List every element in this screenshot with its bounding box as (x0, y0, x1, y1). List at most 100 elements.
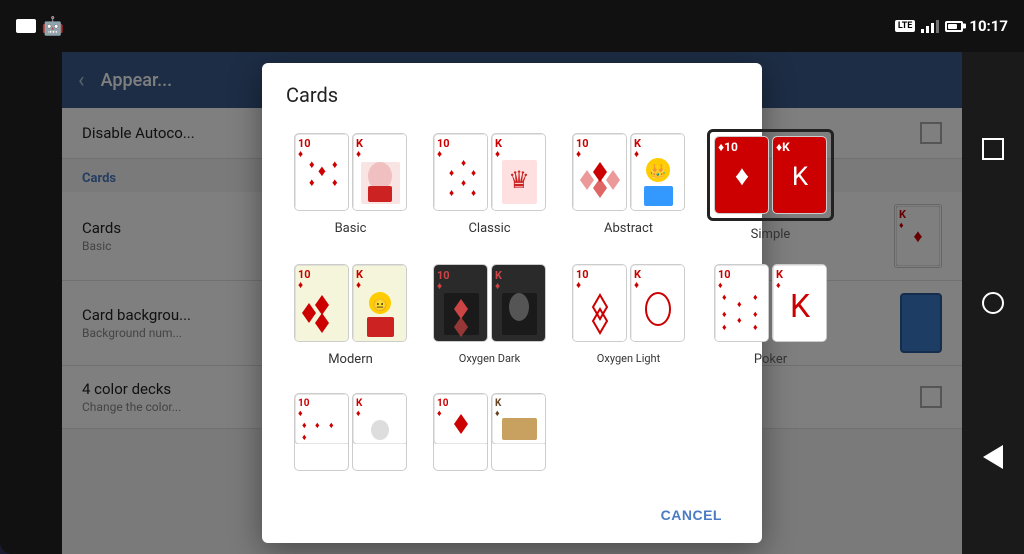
oxygen-light-card-pair: 10 ♦ K ♦ (568, 260, 689, 346)
svg-text:♦: ♦ (718, 281, 723, 291)
abstract-card-pair: 10 ♦ K (568, 129, 689, 215)
svg-text:♦: ♦ (437, 409, 442, 419)
svg-text:♦: ♦ (722, 323, 727, 333)
svg-text:♦: ♦ (356, 149, 361, 160)
card-option-poker[interactable]: 10 ♦ ♦ ♦ ♦ ♦ ♦ ♦ ♦ ♦ (703, 256, 838, 371)
modal-overlay: Cards 10 ♦ ♦ ♦ (62, 52, 962, 554)
classic-card-10d: 10 ♦ ♦ ♦ ♦ ♦ ♦ ♦ (433, 133, 488, 211)
svg-text:♦: ♦ (776, 281, 781, 291)
svg-text:♦: ♦ (302, 433, 307, 443)
row3-card-2a: 10 ♦ (433, 393, 488, 471)
card-option-classic[interactable]: 10 ♦ ♦ ♦ ♦ ♦ ♦ ♦ (425, 125, 554, 246)
nav-back-button[interactable] (973, 437, 1013, 477)
card-option-modern[interactable]: 10 ♦ K ♦ (286, 256, 415, 371)
row3-card-pair-2: 10 ♦ K ♦ (429, 389, 550, 475)
svg-text:♦: ♦ (722, 293, 727, 303)
card-option-row3-2[interactable]: 10 ♦ K ♦ (425, 385, 554, 479)
card-option-row3-1[interactable]: 10 ♦ ♦ ♦ ♦ ♦ K (286, 385, 415, 479)
back-triangle-icon (983, 445, 1003, 469)
svg-text:♦: ♦ (302, 421, 307, 431)
row3-card-2b: K ♦ (491, 393, 546, 471)
abstract-card-10d: 10 ♦ (572, 133, 627, 211)
poker-card-pair: 10 ♦ ♦ ♦ ♦ ♦ ♦ ♦ ♦ ♦ (710, 260, 831, 346)
svg-text:K: K (495, 398, 502, 409)
svg-text:♦: ♦ (315, 421, 320, 431)
oxygen-dark-card-10d: 10 ♦ (433, 264, 488, 342)
status-bar: 🤖 LTE 10:17 (0, 0, 1024, 52)
svg-text:♛: ♛ (508, 166, 530, 194)
card-option-simple[interactable]: ♦10 ♦ ♦K K Simple (703, 125, 838, 246)
simple-label: Simple (751, 227, 791, 242)
svg-text:10: 10 (718, 268, 731, 281)
svg-text:♦: ♦ (309, 158, 315, 171)
svg-text:K: K (790, 287, 811, 325)
svg-text:♦10: ♦10 (718, 140, 738, 154)
oxygen-light-label: Oxygen Light (597, 352, 660, 365)
svg-text:♦: ♦ (318, 161, 326, 180)
card-option-basic[interactable]: 10 ♦ ♦ ♦ ♦ ♦ ♦ (286, 125, 415, 246)
square-icon (982, 138, 1004, 160)
cancel-button[interactable]: CANCEL (645, 497, 738, 533)
modern-card-king: K ♦ 😐 (352, 264, 407, 342)
modal-dialog: Cards 10 ♦ ♦ ♦ (262, 63, 762, 543)
lte-badge: LTE (895, 20, 916, 32)
svg-text:♦: ♦ (495, 281, 500, 292)
classic-card-king: K ♦ ♛ (491, 133, 546, 211)
svg-text:♦: ♦ (437, 281, 442, 292)
svg-text:♦: ♦ (298, 409, 303, 419)
simple-card-king: ♦K K (772, 136, 827, 214)
card-option-oxygen-dark[interactable]: 10 ♦ K ♦ (425, 256, 554, 371)
row3-card-1a: 10 ♦ ♦ ♦ ♦ ♦ (294, 393, 349, 471)
oxygen-dark-label: Oxygen Dark (459, 352, 520, 365)
nav-square-button[interactable] (973, 129, 1013, 169)
svg-text:♦: ♦ (471, 168, 476, 179)
svg-text:♦: ♦ (461, 158, 466, 169)
basic-card-pair: 10 ♦ ♦ ♦ ♦ ♦ ♦ (290, 129, 411, 215)
notification-icon-2: 🤖 (44, 17, 62, 35)
svg-text:♦: ♦ (449, 168, 454, 179)
svg-text:♦: ♦ (329, 421, 334, 431)
svg-text:♦: ♦ (753, 310, 758, 320)
svg-text:♦: ♦ (309, 176, 315, 189)
basic-label: Basic (335, 221, 367, 236)
svg-text:♦: ♦ (737, 300, 742, 310)
battery-icon (945, 21, 963, 32)
card-options-row3: 10 ♦ ♦ ♦ ♦ ♦ K (286, 385, 738, 479)
svg-text:♦: ♦ (495, 149, 500, 160)
signal-bars (921, 19, 939, 33)
svg-text:♦: ♦ (298, 280, 303, 291)
svg-text:♦K: ♦K (776, 140, 790, 154)
card-option-oxygen-light[interactable]: 10 ♦ K ♦ (564, 256, 693, 371)
svg-text:👑: 👑 (649, 163, 666, 180)
svg-text:♦: ♦ (634, 280, 639, 291)
oxygen-dark-card-pair: 10 ♦ K ♦ (429, 260, 550, 346)
svg-text:♦: ♦ (634, 149, 639, 160)
simple-card-10d: ♦10 ♦ (714, 136, 769, 214)
svg-text:♦: ♦ (332, 158, 338, 171)
oxygen-dark-card-king: K ♦ (491, 264, 546, 342)
abstract-card-king: K ♦ 👑 (630, 133, 685, 211)
status-bar-right: LTE 10:17 (895, 17, 1008, 35)
row3-card-1b: K ♦ (352, 393, 407, 471)
status-bar-left: 🤖 (16, 17, 62, 35)
modal-actions: CANCEL (286, 493, 738, 533)
svg-text:10: 10 (298, 398, 310, 409)
svg-text:♦: ♦ (332, 176, 338, 189)
svg-text:♦: ♦ (437, 149, 442, 160)
abstract-label: Abstract (604, 221, 653, 236)
svg-text:♦: ♦ (735, 159, 749, 192)
modern-card-10d: 10 ♦ (294, 264, 349, 342)
svg-text:K: K (356, 398, 363, 409)
svg-text:♦: ♦ (737, 316, 742, 326)
svg-text:♦: ♦ (471, 188, 476, 199)
card-options-grid: 10 ♦ ♦ ♦ ♦ ♦ ♦ (286, 125, 738, 371)
poker-card-king: K ♦ K (772, 264, 827, 342)
row3-card-pair-1: 10 ♦ ♦ ♦ ♦ ♦ K (290, 389, 411, 475)
nav-circle-button[interactable] (973, 283, 1013, 323)
svg-text:♦: ♦ (449, 188, 454, 199)
basic-card-10d: 10 ♦ ♦ ♦ ♦ ♦ ♦ (294, 133, 349, 211)
svg-text:♦: ♦ (356, 280, 361, 291)
svg-text:K: K (776, 268, 784, 281)
card-option-abstract[interactable]: 10 ♦ K (564, 125, 693, 246)
simple-card-pair: ♦10 ♦ ♦K K (707, 129, 834, 221)
